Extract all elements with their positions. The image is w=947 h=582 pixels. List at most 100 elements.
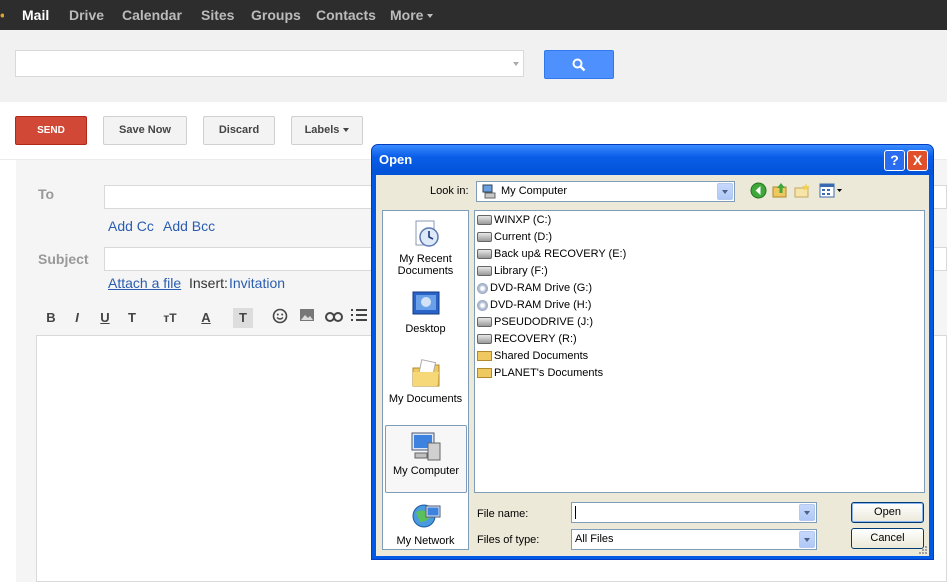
place-desktop[interactable]: Desktop — [383, 288, 468, 335]
insert-link-icon[interactable] — [324, 308, 344, 328]
list-item[interactable]: PLANET's Documents — [477, 367, 603, 383]
hard-drive-icon — [477, 317, 492, 328]
place-recent-documents[interactable]: My Recent Documents — [383, 218, 468, 277]
list-item[interactable]: Back up& RECOVERY (E:) — [477, 248, 626, 264]
labels-button[interactable]: Labels — [291, 116, 363, 145]
list-item[interactable]: Shared Documents — [477, 350, 588, 366]
place-my-computer-label: My Computer — [392, 465, 460, 477]
file-name-label: File name: — [477, 508, 529, 520]
look-in-dropdown[interactable]: My Computer — [476, 181, 735, 202]
add-cc-link[interactable]: Add Cc — [108, 218, 154, 234]
nav-sites[interactable]: Sites — [201, 0, 234, 30]
help-button[interactable]: ? — [884, 150, 905, 171]
font-size-button[interactable]: ᴛT — [160, 308, 180, 328]
list-item[interactable]: DVD-RAM Drive (H:) — [477, 299, 591, 315]
place-my-computer[interactable]: My Computer — [385, 425, 467, 493]
place-my-documents[interactable]: My Documents — [383, 358, 468, 405]
dialog-title-bar[interactable]: Open ? X — [372, 145, 933, 175]
hard-drive-icon — [477, 232, 492, 243]
my-network-icon — [412, 504, 440, 528]
file-item-label: Current (D:) — [494, 231, 553, 243]
insert-image-icon[interactable] — [297, 308, 317, 328]
hard-drive-icon — [477, 266, 492, 277]
open-button[interactable]: Open — [851, 502, 924, 523]
dvd-drive-icon — [477, 299, 488, 311]
underline-button[interactable]: U — [95, 308, 115, 328]
labels-button-label: Labels — [304, 124, 340, 136]
list-item[interactable]: DVD-RAM Drive (G:) — [477, 282, 592, 298]
nav-mail[interactable]: Mail — [22, 0, 49, 30]
emoji-icon[interactable] — [270, 308, 290, 328]
chevron-down-icon[interactable] — [717, 183, 733, 200]
add-bcc-link[interactable]: Add Bcc — [163, 218, 215, 234]
nav-more[interactable]: More — [390, 0, 434, 30]
top-nav-bar: • Mail Drive Calendar Sites Groups Conta… — [0, 0, 947, 30]
file-name-input[interactable] — [571, 502, 817, 523]
look-in-value: My Computer — [501, 185, 568, 197]
file-item-label: Shared Documents — [494, 350, 589, 362]
bold-button[interactable]: B — [41, 308, 61, 328]
search-icon — [572, 58, 586, 72]
file-item-label: DVD-RAM Drive (G:) — [490, 282, 593, 294]
file-item-label: PLANET's Documents — [494, 367, 604, 379]
open-file-dialog: Open ? X Look in: My Computer My Recent … — [371, 144, 934, 560]
folder-icon — [477, 368, 492, 379]
file-item-label: PSEUDODRIVE (J:) — [494, 316, 594, 328]
place-recent-label: My Recent Documents — [397, 253, 454, 277]
recent-documents-icon — [415, 220, 439, 247]
list-item[interactable]: RECOVERY (R:) — [477, 333, 577, 349]
place-desktop-label: Desktop — [405, 323, 446, 335]
close-button[interactable]: X — [907, 150, 928, 171]
up-folder-icon[interactable] — [772, 182, 789, 199]
list-item[interactable]: WINXP (C:) — [477, 214, 551, 230]
italic-button[interactable]: I — [67, 308, 87, 328]
insert-label: Insert: — [189, 275, 228, 291]
new-folder-icon[interactable] — [794, 182, 811, 199]
my-computer-icon — [482, 184, 496, 199]
hard-drive-icon — [477, 215, 492, 226]
search-bar — [0, 30, 947, 103]
file-item-label: Library (F:) — [494, 265, 548, 277]
my-documents-folder-icon — [412, 359, 439, 387]
chevron-down-icon[interactable] — [799, 504, 815, 521]
font-button[interactable]: T — [122, 308, 142, 328]
discard-button[interactable]: Discard — [203, 116, 275, 145]
view-menu-icon[interactable] — [819, 182, 843, 199]
save-now-button[interactable]: Save Now — [103, 116, 187, 145]
attach-file-link[interactable]: Attach a file — [108, 275, 181, 291]
nav-calendar[interactable]: Calendar — [122, 0, 182, 30]
file-item-label: WINXP (C:) — [494, 214, 552, 226]
dialog-title: Open — [379, 152, 413, 167]
nav-drive[interactable]: Drive — [69, 0, 104, 30]
insert-invitation-link[interactable]: Invitation — [229, 275, 285, 291]
to-label: To — [38, 186, 55, 202]
search-input[interactable] — [15, 50, 524, 77]
place-my-documents-label: My Documents — [388, 393, 463, 405]
highlight-button[interactable]: T — [233, 308, 253, 328]
nav-groups[interactable]: Groups — [251, 0, 301, 30]
app-launcher-fragment[interactable]: • — [0, 0, 4, 30]
chevron-down-icon[interactable] — [799, 531, 815, 548]
list-item[interactable]: PSEUDODRIVE (J:) — [477, 316, 593, 332]
file-list[interactable]: WINXP (C:) Current (D:) Back up& RECOVER… — [474, 210, 925, 493]
chevron-down-icon — [343, 128, 350, 133]
nav-more-label: More — [390, 7, 424, 23]
file-type-value: All Files — [575, 533, 614, 545]
numbered-list-icon[interactable] — [350, 308, 368, 328]
list-item[interactable]: Library (F:) — [477, 265, 548, 281]
search-button[interactable] — [544, 50, 614, 79]
hard-drive-icon — [477, 249, 492, 260]
file-type-select[interactable]: All Files — [571, 529, 817, 550]
text-color-button[interactable]: A — [196, 308, 216, 328]
resize-grip-icon[interactable] — [917, 544, 928, 555]
file-type-label: Files of type: — [477, 534, 540, 546]
list-item[interactable]: Current (D:) — [477, 231, 552, 247]
desktop-icon — [412, 291, 439, 315]
search-options-icon[interactable] — [513, 62, 519, 66]
cancel-button[interactable]: Cancel — [851, 528, 924, 549]
back-icon[interactable] — [750, 182, 767, 199]
place-my-network[interactable]: My Network — [383, 500, 468, 547]
nav-contacts[interactable]: Contacts — [316, 0, 376, 30]
my-computer-icon — [411, 432, 441, 461]
send-button[interactable]: SEND — [15, 116, 87, 145]
